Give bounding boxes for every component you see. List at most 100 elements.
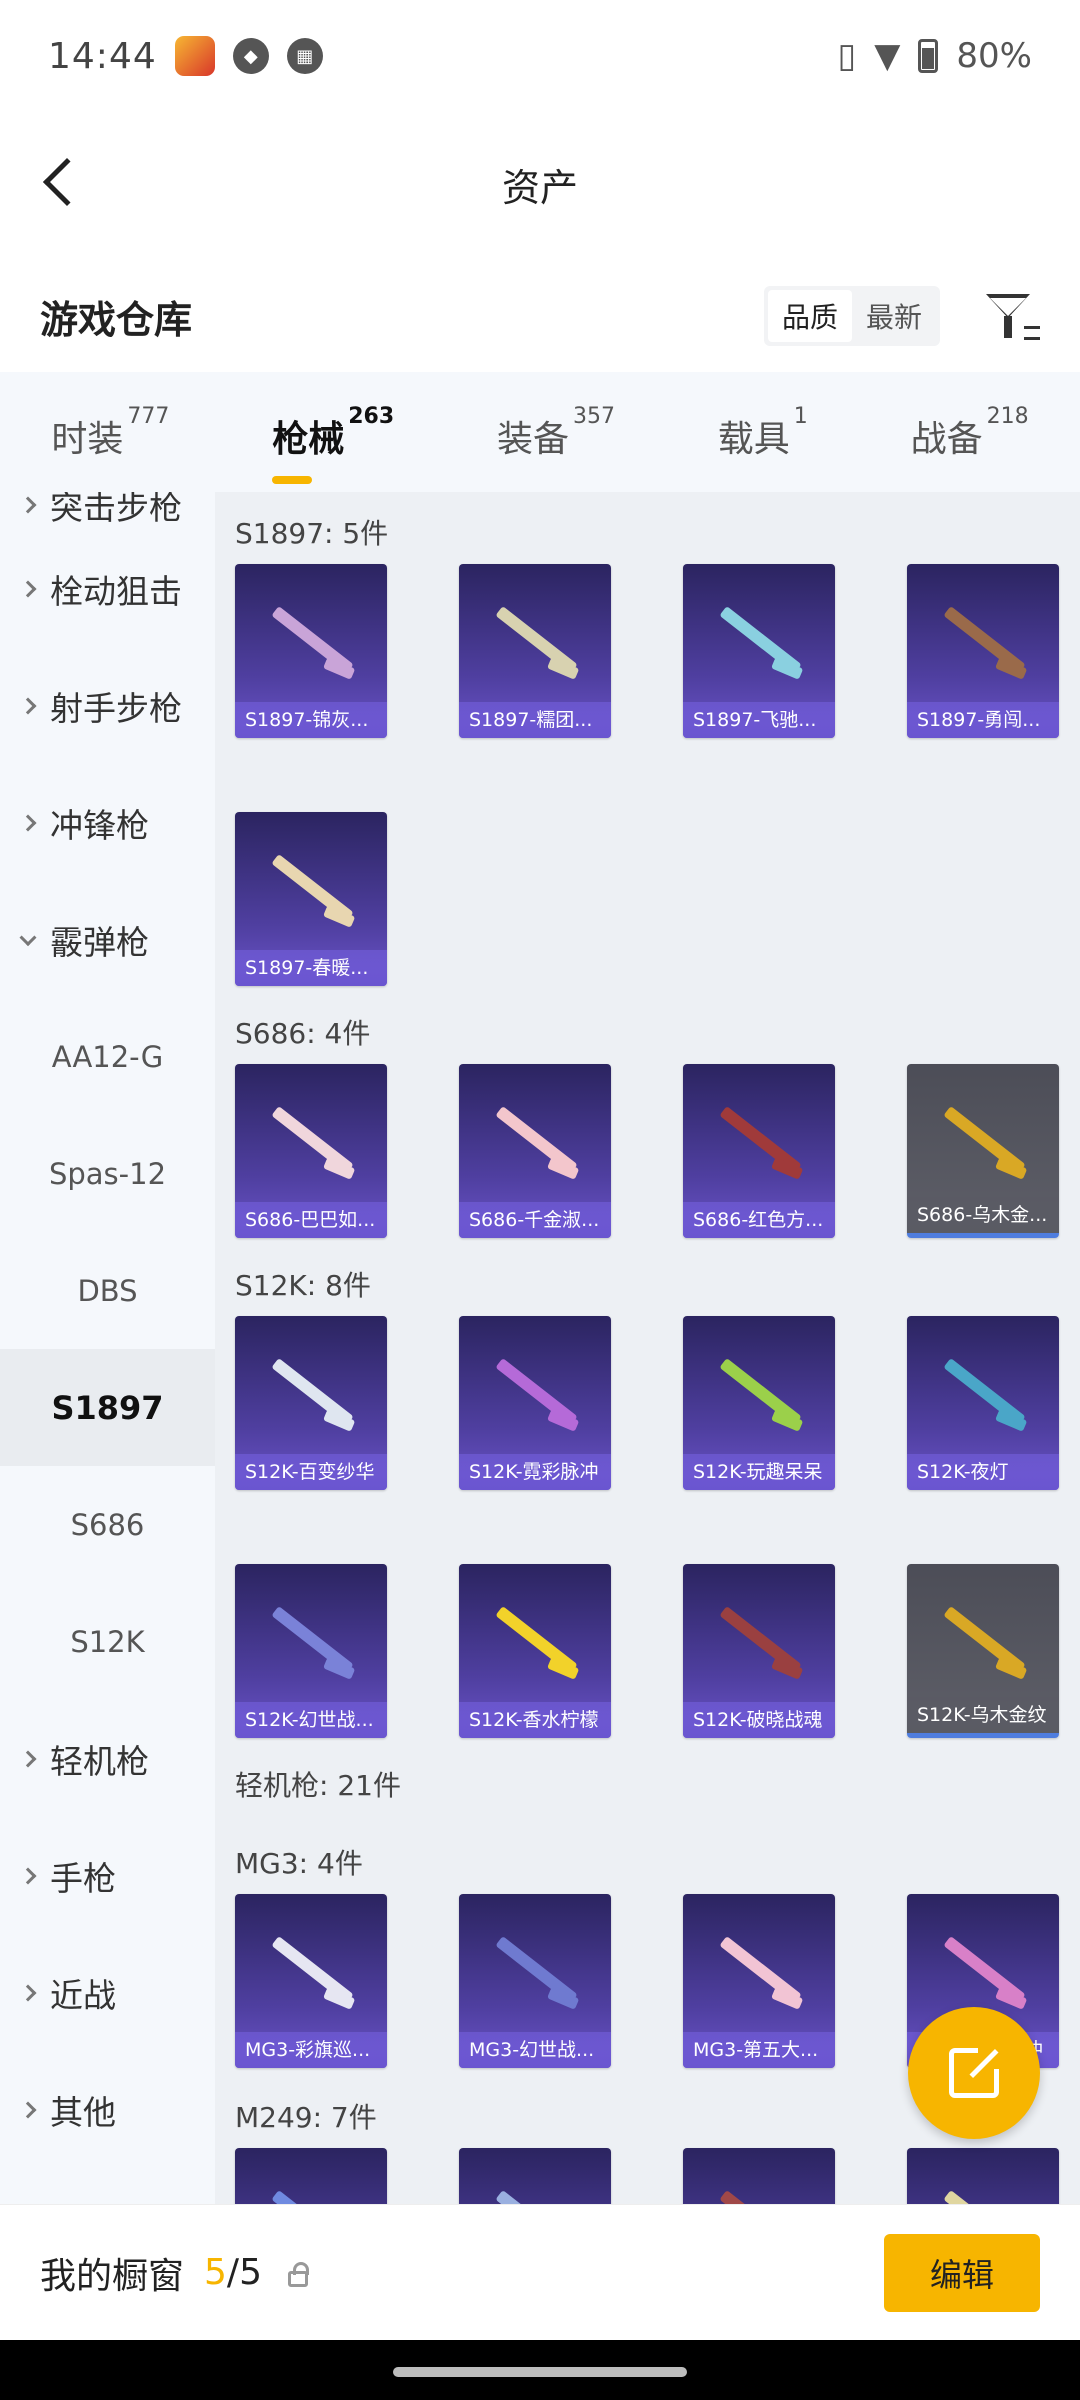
- sidebar-subitem-dbs[interactable]: DBS: [0, 1232, 215, 1349]
- tab-weapons[interactable]: 枪械 263: [272, 402, 394, 484]
- edit-button[interactable]: 编辑: [884, 2233, 1040, 2312]
- sidebar-item-label: 栓动狙击: [50, 571, 182, 611]
- tab-label: 枪械: [272, 419, 345, 460]
- shotgun-icon: [719, 1358, 802, 1426]
- shotgun-icon: [943, 1358, 1026, 1426]
- group-header: S12K: 8件: [235, 1269, 371, 1302]
- chevron-right-icon: [19, 1867, 37, 1884]
- category-tabs: 时装 777 枪械 263 装备 357 载具 1 战备 218: [0, 372, 1080, 492]
- sidebar-item-pistol[interactable]: 手枪: [0, 1817, 215, 1934]
- shotgun-icon: [495, 2190, 578, 2204]
- tab-skins[interactable]: 时装 777: [51, 402, 169, 462]
- sidebar-item-shotgun[interactable]: 霰弹枪: [0, 881, 215, 998]
- weapon-skin-card[interactable]: MG3-彩旗巡...: [235, 1894, 387, 2068]
- weapon-skin-card[interactable]: S12K-百变纱华: [235, 1316, 387, 1490]
- weapon-skin-card[interactable]: S1897-糯团...: [459, 564, 611, 738]
- shotgun-icon: [943, 1606, 1026, 1674]
- chevron-down-icon: [19, 928, 37, 946]
- weapon-skin-card[interactable]: S1897-春暖...: [235, 812, 387, 986]
- sidebar-item-melee[interactable]: 近战: [0, 1934, 215, 2051]
- weapon-skin-card[interactable]: S12K-破晓战魂: [683, 1564, 835, 1738]
- chevron-left-icon: [42, 157, 92, 207]
- weapon-skin-card[interactable]: S1897-飞驰...: [683, 564, 835, 738]
- weapon-skin-card[interactable]: S686-乌木金...: [907, 1064, 1059, 1238]
- weapon-skin-card[interactable]: S1897-锦灰...: [235, 564, 387, 738]
- sidebar-item-other[interactable]: 其他: [0, 2051, 215, 2168]
- tab-label: 装备: [496, 419, 569, 460]
- weapon-skin-name: S686-千金淑...: [459, 1202, 611, 1238]
- tab-active-indicator: [272, 476, 313, 484]
- tab-equipment[interactable]: 装备 357: [497, 402, 615, 462]
- tab-vehicles[interactable]: 载具 1: [718, 402, 808, 462]
- filter-icon: [986, 294, 1030, 318]
- chevron-right-icon: [19, 580, 37, 597]
- weapon-skin-name: S686-红色方...: [683, 1202, 835, 1238]
- weapon-skin-name: S12K-香水柠檬: [459, 1702, 611, 1738]
- weapon-skin-card[interactable]: S12K-夜灯: [907, 1316, 1059, 1490]
- sidebar-item-smg[interactable]: 冲锋枪: [0, 764, 215, 881]
- weapon-skin-card[interactable]: S12K-霓彩脉冲: [459, 1316, 611, 1490]
- sort-newest-option[interactable]: 最新: [852, 290, 936, 342]
- status-bar: 14:44 ◆ ▦ ▯ ▼ 80%: [0, 0, 1080, 112]
- shotgun-icon: [271, 2190, 354, 2204]
- sidebar-subitem-s12k[interactable]: S12K: [0, 1583, 215, 1700]
- weapon-category-sidebar: 突击步枪 栓动狙击 射手步枪 冲锋枪 霰弹枪 AA12-G Spas-12 DB…: [0, 492, 215, 2204]
- status-time: 14:44: [48, 35, 157, 77]
- weapon-skin-card[interactable]: [907, 2148, 1059, 2204]
- weapon-skin-name: S12K-玩趣呆呆: [683, 1454, 835, 1490]
- tab-label: 载具: [717, 419, 790, 460]
- weapon-skin-card[interactable]: S12K-香水柠檬: [459, 1564, 611, 1738]
- shotgun-icon: [271, 606, 354, 674]
- shotgun-icon: [943, 1936, 1026, 2004]
- weapon-skin-card[interactable]: [459, 2148, 611, 2204]
- share-external-icon: [949, 2041, 1006, 2098]
- chevron-right-icon: [19, 496, 37, 514]
- weapon-skin-card[interactable]: S686-红色方...: [683, 1064, 835, 1238]
- sidebar-item-assault-rifle[interactable]: 突击步枪: [0, 492, 215, 530]
- sidebar-item-lmg[interactable]: 轻机枪: [0, 1700, 215, 1817]
- group-header: S686: 4件: [235, 1017, 371, 1050]
- shotgun-icon: [495, 606, 578, 674]
- weapon-skin-card[interactable]: [683, 2148, 835, 2204]
- weapon-skin-card[interactable]: S12K-玩趣呆呆: [683, 1316, 835, 1490]
- sidebar-subitem-s1897[interactable]: S1897: [0, 1349, 215, 1466]
- shotgun-icon: [271, 1936, 354, 2004]
- battery-level: 80%: [956, 36, 1032, 76]
- tab-label: 时装: [51, 419, 124, 460]
- filter-button[interactable]: [980, 286, 1040, 346]
- shotgun-icon: [719, 606, 802, 674]
- sort-quality-option[interactable]: 品质: [767, 290, 852, 342]
- vibrate-icon: ▯: [837, 36, 857, 76]
- weapon-skin-card[interactable]: MG3-幻世战...: [459, 1894, 611, 2068]
- calendar-icon: ▦: [286, 38, 323, 74]
- warehouse-title: 游戏仓库: [40, 297, 193, 342]
- chevron-right-icon: [19, 1984, 37, 2001]
- weapon-skin-card[interactable]: S12K-幻世战...: [235, 1564, 387, 1738]
- sidebar-item-bolt-sniper[interactable]: 栓动狙击: [0, 530, 215, 647]
- weapon-grid: S1897: 5件 S1897-锦灰... S1897-糯团... S1897-飞驰.…: [215, 492, 1080, 2204]
- sidebar-subitem-aa12g[interactable]: AA12-G: [0, 998, 215, 1115]
- chevron-right-icon: [19, 697, 37, 714]
- battery-icon: [918, 39, 939, 73]
- shotgun-icon: [495, 1358, 578, 1426]
- home-gesture-handle[interactable]: [393, 2367, 687, 2377]
- back-button[interactable]: [30, 152, 92, 212]
- chevron-right-icon: [19, 2101, 37, 2118]
- tab-supplies[interactable]: 战备 218: [911, 402, 1029, 462]
- sidebar-item-label: 其他: [50, 2092, 116, 2132]
- share-fab-button[interactable]: [908, 2007, 1040, 2139]
- weapon-skin-card[interactable]: S686-巴巴如...: [235, 1064, 387, 1238]
- group-header: 轻机枪: 21件: [235, 1769, 401, 1802]
- top-app-bar: 资产: [0, 112, 1080, 257]
- weapon-skin-card[interactable]: [235, 2148, 387, 2204]
- weapon-skin-card[interactable]: S1897-勇闯...: [907, 564, 1059, 738]
- weapon-skin-card[interactable]: MG3-第五大...: [683, 1894, 835, 2068]
- weapon-skin-card[interactable]: S686-千金淑...: [459, 1064, 611, 1238]
- sidebar-subitem-s686[interactable]: S686: [0, 1466, 215, 1583]
- sidebar-subitem-spas12[interactable]: Spas-12: [0, 1115, 215, 1232]
- shotgun-icon: [943, 2190, 1026, 2204]
- shotgun-icon: [495, 1936, 578, 2004]
- weapon-skin-card[interactable]: S12K-乌木金纹: [907, 1564, 1059, 1738]
- sidebar-item-marksman-rifle[interactable]: 射手步枪: [0, 647, 215, 764]
- showcase-label: 我的橱窗: [40, 2255, 185, 2297]
